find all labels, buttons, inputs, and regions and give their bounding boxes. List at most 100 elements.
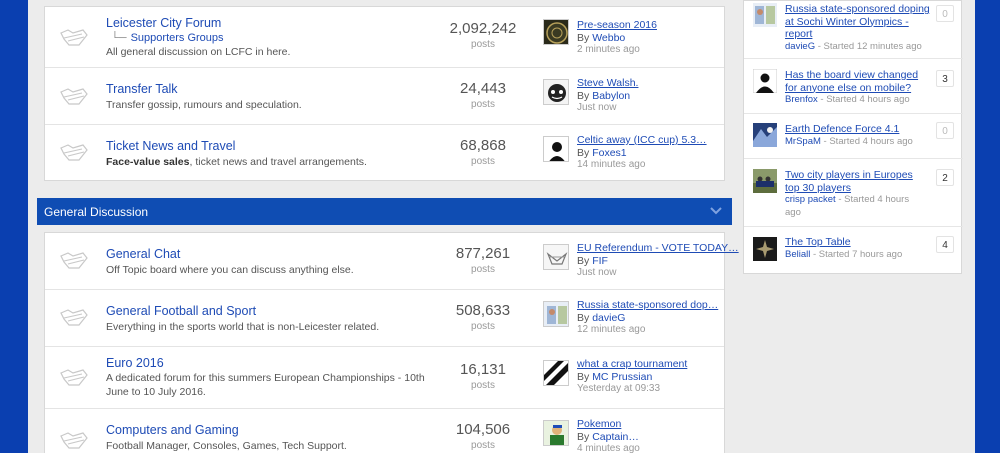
last-post-title-link[interactable]: Celtic away (ICC cup) 5.3… (577, 134, 737, 147)
avatar[interactable] (753, 69, 777, 93)
description-line: June to 10 July 2016. (106, 386, 206, 398)
forum-panel-main: Leicester City Forum └─ Supporters Groups… (44, 6, 725, 181)
subforum-label[interactable]: Supporters Groups (131, 32, 224, 44)
reply-count-badge: 0 (936, 122, 954, 139)
forum-title-link[interactable]: General Chat (106, 247, 180, 261)
forum-title-link[interactable]: General Football and Sport (106, 304, 256, 318)
avatar[interactable] (543, 420, 569, 446)
fox-outline-icon (60, 252, 88, 269)
last-post-author: By Babylon (577, 90, 737, 103)
last-post-author: By Captain… (577, 431, 737, 444)
title-line: at Sochi Winter Olympics - (785, 15, 909, 28)
forum-title-link[interactable]: Euro 2016 (106, 356, 164, 370)
post-count-label: posts (471, 156, 495, 167)
avatar[interactable] (753, 123, 777, 147)
subforum-link[interactable]: └─ Supporters Groups (111, 32, 224, 44)
started-text: - Started 12 minutes ago (815, 40, 922, 52)
sidebar-topic-meta: Beliall - Started 7 hours ago (785, 249, 930, 262)
title-line: Russia state-sponsored doping (785, 3, 930, 15)
sidebar-topic-meta: MrSpaM - Started 4 hours ago (785, 136, 930, 149)
category-header[interactable]: General Discussion (37, 198, 732, 225)
sidebar-topic-title-link[interactable]: The Top Table (785, 236, 930, 249)
last-post-author: By davieG (577, 312, 737, 325)
author-link[interactable]: davieG (785, 41, 815, 52)
last-post-author: By MC Prussian (577, 371, 737, 384)
subforum-arrow-icon: └─ (111, 32, 127, 44)
sidebar-topic-title-link[interactable]: Two city players in Europes top 30 player… (785, 169, 930, 194)
reply-count-badge: 2 (936, 169, 954, 186)
last-post-title-link[interactable]: Steve Walsh. (577, 77, 737, 90)
avatar[interactable] (543, 79, 569, 105)
forum-post-count: 104,506 posts (423, 421, 543, 451)
sidebar-topic: Has the board view changed for anyone els… (744, 59, 963, 114)
started-text: - Started 4 hours ago (820, 135, 913, 147)
fox-outline-icon (60, 309, 88, 326)
sidebar-topic-meta: crisp packet - Started 4 hours ago (785, 194, 930, 219)
fox-outline-icon (60, 144, 88, 161)
title-line: top 30 players (785, 181, 851, 194)
title-line: report (785, 28, 813, 40)
avatar[interactable] (753, 237, 777, 261)
sidebar-topic-title-link[interactable]: Russia state-sponsored doping at Sochi Wi… (785, 3, 930, 41)
author-link[interactable]: crisp packet (785, 194, 836, 205)
page-container: Leicester City Forum └─ Supporters Groups… (28, 0, 975, 453)
author-link[interactable]: Babylon (592, 90, 630, 102)
sidebar-topic-meta: davieG - Started 12 minutes ago (785, 41, 930, 54)
last-post-title-link[interactable]: Pokemon (577, 418, 737, 431)
forum-row: Ticket News and Travel Face-value sales,… (45, 125, 724, 181)
author-link[interactable]: MC Prussian (592, 371, 652, 383)
avatar[interactable] (543, 136, 569, 162)
title-line: Has the board view changed (785, 69, 919, 81)
forum-row: Leicester City Forum └─ Supporters Groups… (45, 7, 724, 68)
author-link[interactable]: Captain… (592, 431, 639, 443)
avatar[interactable] (543, 19, 569, 45)
sidebar-topic-title-link[interactable]: Has the board view changed for anyone els… (785, 69, 930, 94)
fox-outline-icon (60, 432, 88, 449)
sidebar-topic: Two city players in Europes top 30 player… (744, 159, 963, 227)
sidebar-topic-meta: Brenfox - Started 4 hours ago (785, 94, 930, 107)
category-title: General Discussion (44, 205, 149, 219)
author-link[interactable]: FIF (592, 255, 608, 267)
last-post-title-link[interactable]: EU Referendum - VOTE TODAY… (577, 242, 739, 255)
author-link[interactable]: Beliall (785, 249, 810, 260)
avatar[interactable] (753, 3, 777, 27)
last-post-title-link[interactable]: Russia state-sponsored dop… (577, 299, 737, 312)
author-link[interactable]: Brenfox (785, 94, 818, 105)
sidebar-topic: The Top Table Beliall - Started 7 hours … (744, 227, 963, 273)
forum-row: General Chat Off Topic board where you c… (45, 233, 739, 290)
title-line: for anyone else on mobile? (785, 81, 912, 94)
forum-title-link[interactable]: Ticket News and Travel (106, 139, 235, 153)
post-count-label: posts (471, 440, 495, 451)
avatar[interactable] (753, 169, 777, 193)
by-label: By (577, 254, 590, 267)
avatar[interactable] (543, 360, 569, 386)
started-text: - Started 7 hours ago (810, 248, 903, 260)
forum-title-link[interactable]: Computers and Gaming (106, 423, 239, 437)
forum-description: A dedicated forum for this summers Europ… (106, 371, 425, 399)
last-post-title-link[interactable]: what a crap tournament (577, 358, 737, 371)
forum-row: Euro 2016 A dedicated forum for this sum… (45, 347, 724, 409)
chevron-down-icon[interactable] (709, 205, 723, 217)
forum-description: Face-value sales, ticket news and travel… (106, 155, 367, 169)
author-link[interactable]: MrSpaM (785, 136, 821, 147)
last-post-title-link[interactable]: Pre-season 2016 (577, 19, 737, 32)
post-count-number: 508,633 (455, 302, 511, 319)
forum-row: Transfer Talk Transfer gossip, rumours a… (45, 68, 724, 125)
author-link[interactable]: Webbo (592, 32, 625, 44)
description-line: A dedicated forum for this summers Europ… (106, 372, 425, 384)
forum-description: Everything in the sports world that is n… (106, 321, 380, 333)
author-link[interactable]: Foxes1 (592, 147, 626, 159)
sidebar-topic-title-link[interactable]: Earth Defence Force 4.1 (785, 123, 930, 136)
last-post-time: Yesterday at 09:33 (577, 383, 661, 394)
avatar[interactable] (543, 301, 569, 327)
avatar[interactable] (543, 244, 569, 270)
forum-title-link[interactable]: Leicester City Forum (106, 16, 221, 30)
last-post-time: 12 minutes ago (577, 324, 646, 335)
author-link[interactable]: davieG (592, 312, 625, 324)
description-rest: , ticket news and travel arrangements. (189, 156, 367, 168)
last-post-author: By Foxes1 (577, 147, 737, 160)
last-post-author: By Webbo (577, 32, 737, 45)
forum-description: Football Manager, Consoles, Games, Tech … (106, 440, 347, 452)
last-post-author: By FIF (577, 255, 737, 268)
forum-title-link[interactable]: Transfer Talk (106, 82, 178, 96)
